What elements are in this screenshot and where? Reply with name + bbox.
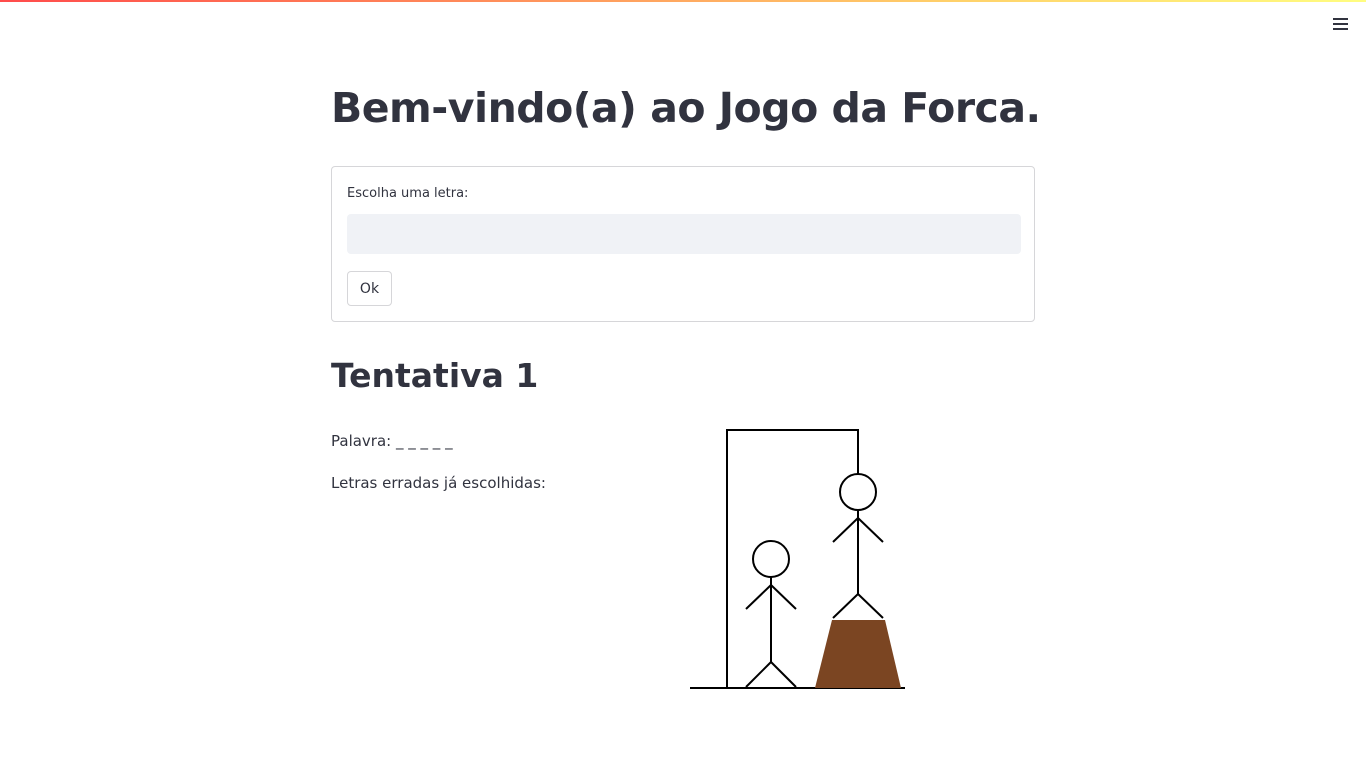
hanged-figure-left-arm <box>832 517 859 543</box>
attempt-title: Tentativa 1 <box>331 356 539 395</box>
stool <box>815 620 901 688</box>
page-title: Bem-vindo(a) ao Jogo da Forca. <box>331 84 1041 132</box>
top-decoration-bar <box>0 0 1366 2</box>
hanged-figure-head <box>839 473 877 511</box>
main-menu-button[interactable] <box>1330 14 1350 34</box>
word-display: Palavra: _ _ _ _ _ <box>331 432 453 450</box>
letter-form: Escolha uma letra: Ok <box>331 166 1035 322</box>
hangman-drawing <box>690 429 905 689</box>
ok-button[interactable]: Ok <box>347 271 392 306</box>
letter-input[interactable] <box>347 214 1021 254</box>
standing-figure-left-leg <box>745 661 772 688</box>
standing-figure-left-arm <box>745 584 772 610</box>
standing-figure <box>745 540 797 688</box>
wrong-letters-label: Letras erradas já escolhidas: <box>331 474 546 492</box>
hanged-figure-left-leg <box>832 593 859 619</box>
word-mask: _ _ _ _ _ <box>396 432 453 450</box>
word-label: Palavra: <box>331 432 392 450</box>
letter-input-label: Escolha uma letra: <box>347 186 469 201</box>
standing-figure-right-arm <box>770 584 797 610</box>
standing-figure-right-leg <box>770 661 797 688</box>
wrong-letters-display: Letras erradas já escolhidas: <box>331 474 546 492</box>
hanged-figure <box>832 473 884 619</box>
hamburger-menu-icon <box>1332 18 1348 20</box>
hanged-figure-right-leg <box>857 593 884 619</box>
hanged-figure-right-arm <box>857 517 884 543</box>
standing-figure-head <box>752 540 790 578</box>
